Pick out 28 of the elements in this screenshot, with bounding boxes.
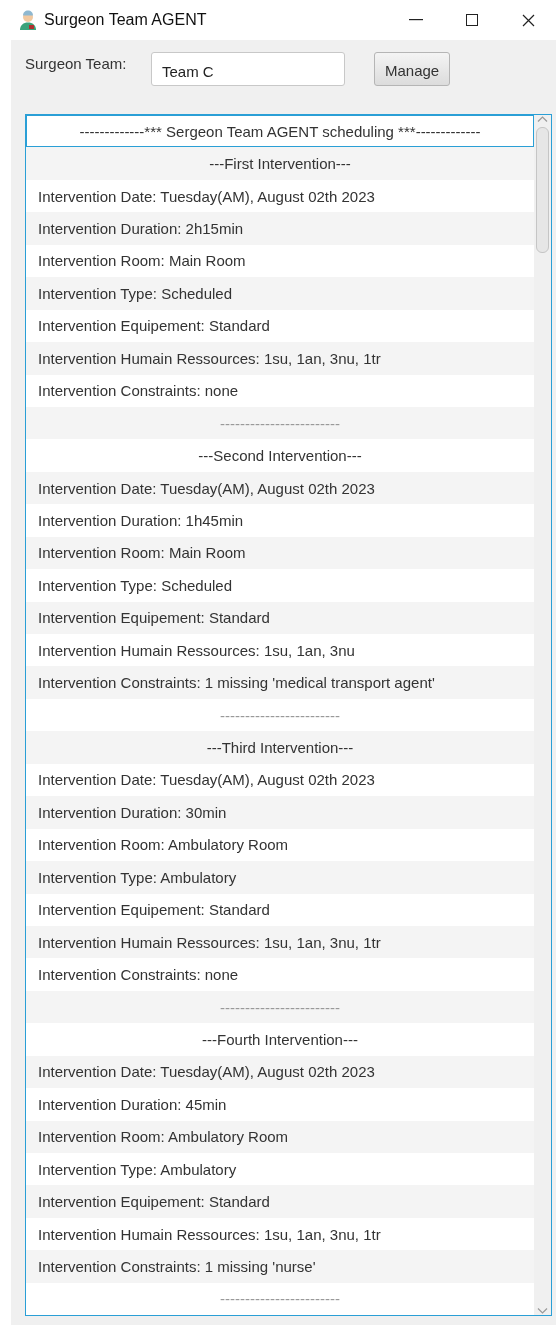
detail-row[interactable]: Intervention Constraints: 1 missing 'medical transport agent' — [26, 666, 534, 699]
intervention-title-row[interactable]: ---Third Intervention--- — [26, 731, 534, 764]
detail-row[interactable]: Intervention Room: Ambulatory Room — [26, 1120, 534, 1153]
scroll-thumb[interactable] — [536, 127, 549, 253]
detail-row[interactable]: Intervention Date: Tuesday(AM), August 02th 2023 — [26, 1055, 534, 1089]
detail-row[interactable]: Intervention Date: Tuesday(AM), August 02th 2023 — [26, 471, 534, 505]
detail-row[interactable]: Intervention Type: Ambulatory — [26, 861, 534, 894]
window-title: Surgeon Team AGENT — [44, 11, 208, 29]
intervention-title-row[interactable]: ---First Intervention--- — [26, 147, 534, 180]
team-input-field[interactable]: Team C — [151, 52, 345, 86]
list-header-row[interactable]: -------------*** Sergeon Team AGENT scheduling ***------------- — [26, 115, 534, 148]
detail-row[interactable]: Intervention Type: Scheduled — [26, 277, 534, 310]
surgeon-icon — [18, 9, 38, 31]
scroll-up-icon[interactable] — [537, 115, 548, 123]
detail-row[interactable]: Intervention Humain Ressources: 1su, 1an, 3nu, 1tr — [26, 925, 534, 959]
detail-row[interactable]: Intervention Duration: 30min — [26, 796, 534, 829]
manage-button[interactable]: Manage — [374, 52, 451, 86]
detail-row[interactable]: Intervention Equipement: Standard — [26, 1185, 534, 1218]
detail-row[interactable]: Intervention Constraints: 1 missing 'nurse' — [26, 1250, 534, 1283]
detail-row[interactable]: Intervention Duration: 2h15min — [26, 212, 534, 245]
close-icon — [521, 13, 535, 27]
detail-row[interactable]: Intervention Humain Ressources: 1su, 1an, 3nu, 1tr — [26, 342, 534, 375]
detail-row[interactable]: Intervention Equipement: Standard — [26, 601, 534, 634]
detail-row[interactable]: Intervention Room: Main Room — [26, 536, 534, 570]
maximize-icon — [466, 14, 478, 26]
team-label: Surgeon Team: — [25, 55, 128, 72]
minimize-icon — [409, 19, 423, 21]
scroll-down-icon[interactable] — [537, 1307, 548, 1315]
